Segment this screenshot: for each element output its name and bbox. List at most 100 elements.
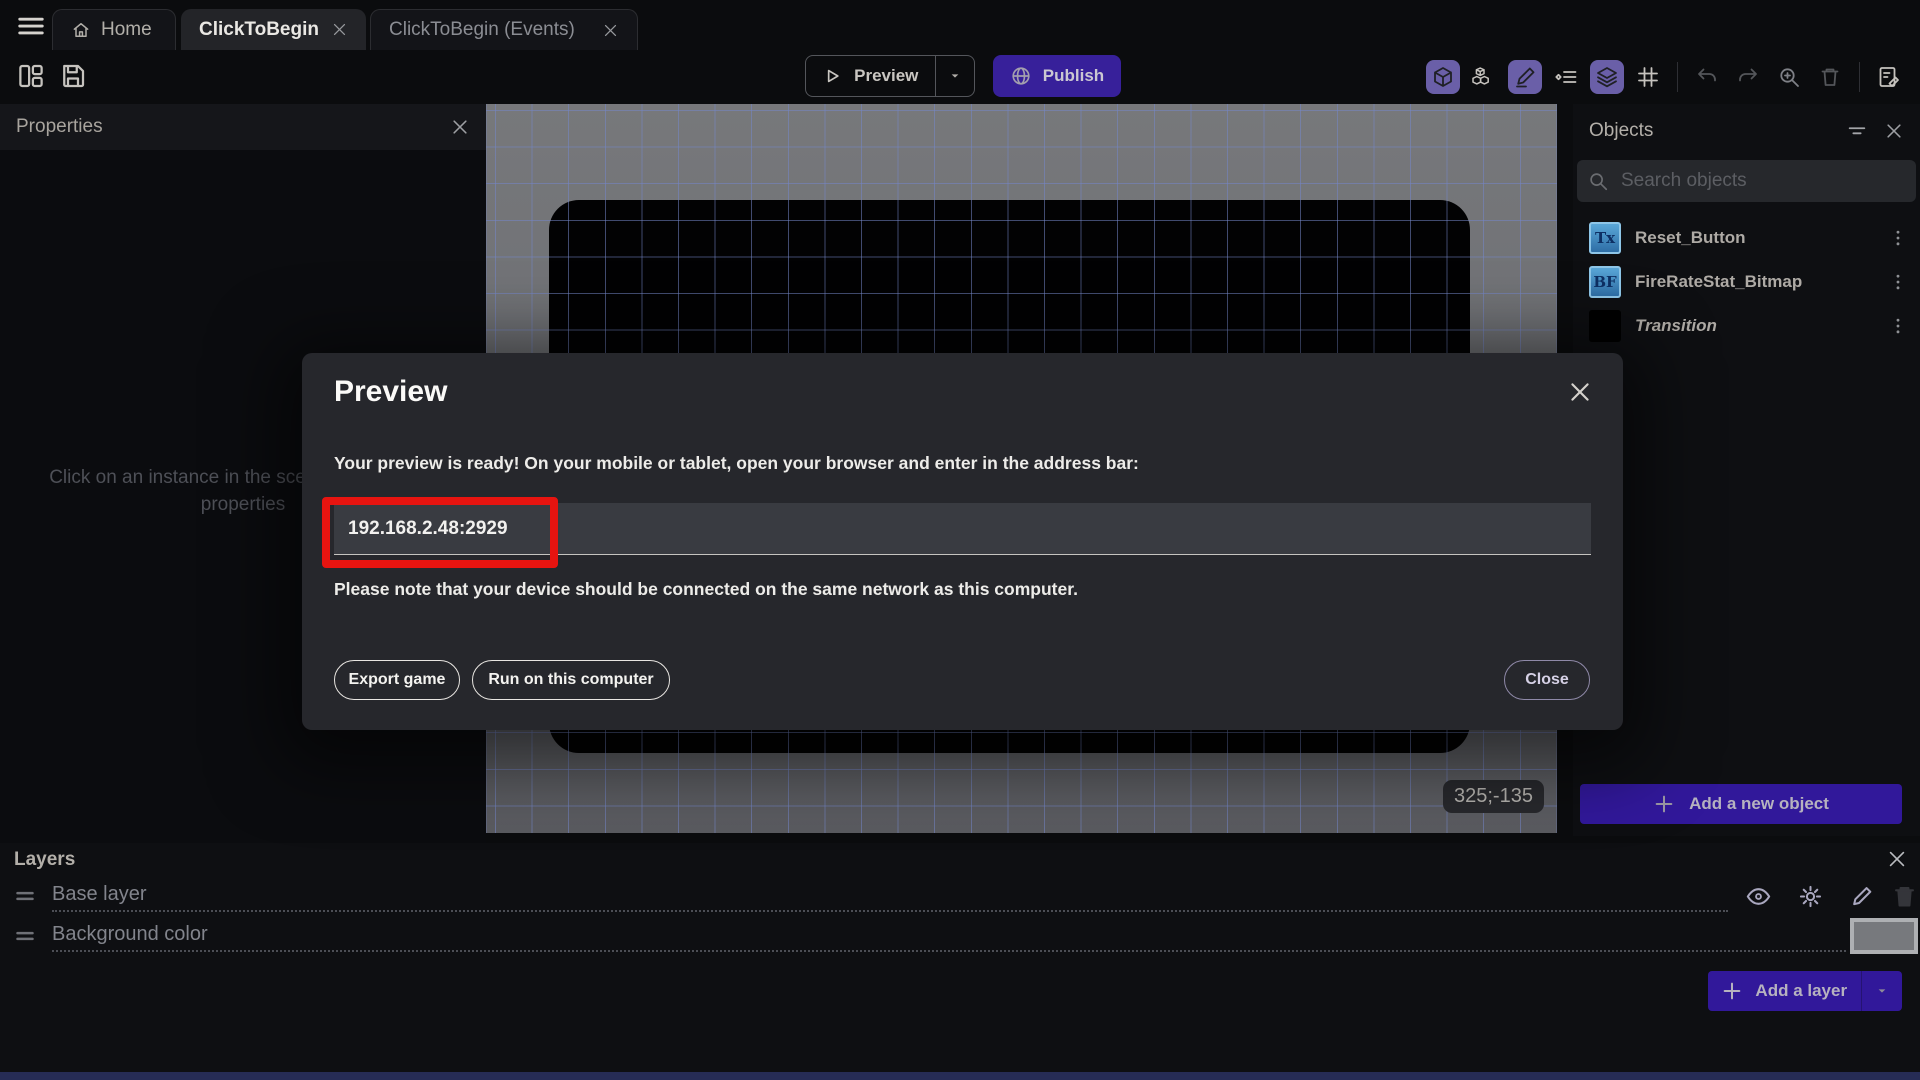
edit-mode-button[interactable] <box>1508 60 1542 94</box>
gdevelop-window: Home ClickToBegin ClickToBegin (Events) … <box>0 0 1920 1080</box>
export-game-button[interactable]: Export game <box>334 660 460 700</box>
bitmap-font-object-icon: BF <box>1589 266 1621 298</box>
add-layer-options-button[interactable] <box>1862 983 1902 999</box>
editor-toolbar-icons <box>1426 59 1906 95</box>
home-icon <box>73 23 89 37</box>
redo-icon <box>1739 68 1757 82</box>
object-list-item[interactable]: BF FireRateStat_Bitmap <box>1573 262 1920 302</box>
object-name: FireRateStat_Bitmap <box>1635 272 1803 291</box>
chevron-down-icon <box>951 74 959 78</box>
search-icon <box>1590 173 1608 191</box>
publish-button[interactable]: Publish <box>993 55 1121 97</box>
layer-row-background-color: Background color <box>0 918 1920 954</box>
play-icon <box>827 69 839 83</box>
delete-button[interactable] <box>1813 60 1847 94</box>
objects-panel: Objects Tx Reset_Button BF FireRateStat_… <box>1573 104 1920 836</box>
preview-button-label: Preview <box>854 66 919 85</box>
instances-list-button[interactable] <box>1549 60 1583 94</box>
objects-search-box <box>1577 160 1916 202</box>
events-sheet-icon <box>1879 67 1899 87</box>
eye-icon[interactable] <box>1745 883 1772 910</box>
layer-name-field[interactable]: Background color <box>52 920 1846 952</box>
add-layer-label: Add a layer <box>1755 981 1848 1000</box>
properties-panel-title: Properties <box>16 116 103 137</box>
toggle-3d-view-button[interactable] <box>1426 60 1460 94</box>
drag-handle-icon[interactable] <box>12 886 38 906</box>
chevron-down-icon <box>1878 989 1886 993</box>
grid-toggle-button[interactable] <box>1631 60 1665 94</box>
objects-search-input[interactable] <box>1619 169 1906 193</box>
save-button[interactable] <box>58 61 88 91</box>
globe-icon <box>1012 67 1030 85</box>
objects-editor-button[interactable] <box>1467 60 1501 94</box>
undo-icon <box>1698 68 1716 82</box>
sprite-object-icon <box>1589 310 1621 342</box>
tab-label: Home <box>101 19 152 40</box>
kebab-icon[interactable] <box>1888 316 1908 336</box>
objects-panel-title: Objects <box>1589 120 1654 141</box>
dialog-message: Your preview is ready! On your mobile or… <box>334 453 1139 473</box>
layers-icon <box>1597 67 1617 88</box>
hamburger-menu-button[interactable] <box>16 11 46 39</box>
properties-panel-header: Properties <box>0 104 486 150</box>
dialog-title: Preview <box>334 375 448 408</box>
close-icon[interactable] <box>450 117 470 137</box>
pencil-icon[interactable] <box>1848 883 1875 910</box>
add-layer-button[interactable]: Add a layer <box>1708 980 1861 1002</box>
run-on-this-computer-button[interactable]: Run on this computer <box>472 660 670 700</box>
open-events-sheet-button[interactable] <box>1872 60 1906 94</box>
object-list-item[interactable]: Transition <box>1573 306 1920 346</box>
close-icon[interactable] <box>602 22 619 39</box>
drag-handle-icon[interactable] <box>12 926 38 946</box>
close-dialog-button[interactable]: Close <box>1504 660 1590 700</box>
panels-icon <box>19 64 43 88</box>
layers-editor-button[interactable] <box>1590 60 1624 94</box>
cube-3d-icon <box>1434 67 1452 87</box>
add-layer-button-group: Add a layer <box>1708 971 1902 1011</box>
background-color-swatch[interactable] <box>1850 918 1918 954</box>
pencil-icon <box>1516 67 1535 88</box>
preview-dialog: Preview Your preview is ready! On your m… <box>302 353 1623 730</box>
main-toolbar: Preview Publish <box>0 50 1920 104</box>
layers-panel-title: Layers <box>14 849 76 870</box>
close-icon[interactable] <box>1567 379 1593 405</box>
tab-clicktobegin-events[interactable]: ClickToBegin (Events) <box>370 9 638 50</box>
object-list-item[interactable]: Tx Reset_Button <box>1573 218 1920 258</box>
dialog-note: Please note that your device should be c… <box>334 579 1078 599</box>
preview-address-input[interactable] <box>334 503 1591 555</box>
objects-icon <box>1472 67 1489 85</box>
kebab-icon[interactable] <box>1888 228 1908 248</box>
undo-button[interactable] <box>1690 60 1724 94</box>
plus-icon <box>1724 982 1741 1000</box>
close-icon[interactable] <box>1886 848 1908 870</box>
preview-button[interactable]: Preview <box>806 56 935 96</box>
preview-options-button[interactable] <box>936 56 974 96</box>
plus-icon <box>1655 795 1673 813</box>
object-name: Reset_Button <box>1635 228 1746 247</box>
trash-icon[interactable] <box>1891 883 1918 910</box>
save-icon <box>63 64 85 88</box>
preview-button-group: Preview <box>805 55 975 97</box>
grid-icon <box>1638 67 1658 87</box>
tab-label: ClickToBegin <box>199 18 319 40</box>
tab-home[interactable]: Home <box>52 9 176 50</box>
layer-name-field[interactable]: Base layer <box>52 880 1728 912</box>
effects-icon[interactable] <box>1797 883 1824 910</box>
tab-bar: Home ClickToBegin ClickToBegin (Events) <box>0 0 1920 50</box>
redo-button[interactable] <box>1731 60 1765 94</box>
objects-panel-header: Objects <box>1573 110 1920 152</box>
tab-clicktobegin[interactable]: ClickToBegin <box>181 9 366 50</box>
close-icon[interactable] <box>331 21 348 38</box>
close-icon[interactable] <box>1884 121 1904 141</box>
layer-row-base: Base layer <box>0 880 1920 914</box>
object-name: Transition <box>1635 316 1717 335</box>
add-new-object-button[interactable]: Add a new object <box>1580 784 1902 824</box>
filter-icon[interactable] <box>1846 120 1868 142</box>
trash-icon <box>1821 68 1839 86</box>
text-object-icon: Tx <box>1589 222 1621 254</box>
zoom-in-button[interactable] <box>1772 60 1806 94</box>
cursor-coordinates-badge: 325;-135 <box>1443 780 1544 813</box>
kebab-icon[interactable] <box>1888 272 1908 292</box>
publish-button-label: Publish <box>1042 66 1105 85</box>
panels-toggle-button[interactable] <box>16 61 46 91</box>
